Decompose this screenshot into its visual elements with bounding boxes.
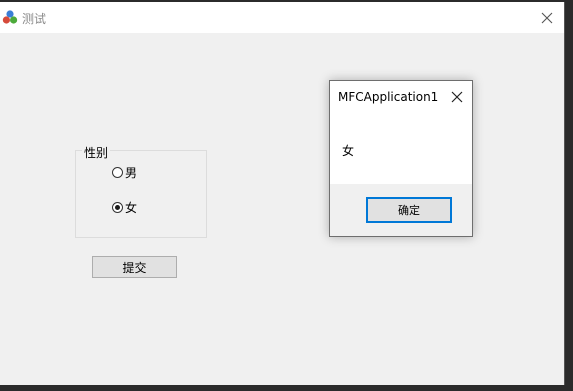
message-box: MFCApplication1 女 确定 — [329, 80, 473, 237]
submit-button[interactable]: 提交 — [92, 256, 177, 278]
close-icon[interactable] — [450, 90, 464, 104]
radio-female-label: 女 — [125, 201, 138, 215]
main-window: 测试 性别 男 女 提交 MFCApplication1 女 确定 — [0, 2, 565, 385]
title-bar: 测试 — [0, 2, 564, 33]
message-box-title: MFCApplication1 — [338, 90, 439, 104]
radio-selected-dot — [115, 205, 120, 210]
window-close-button[interactable] — [530, 2, 564, 33]
radio-male[interactable]: 男 — [112, 164, 137, 181]
message-text: 女 — [342, 144, 355, 158]
ok-button-label: 确定 — [398, 204, 420, 217]
ok-button[interactable]: 确定 — [366, 197, 452, 223]
message-box-content: MFCApplication1 女 — [330, 81, 472, 184]
radio-male-circle[interactable] — [112, 167, 123, 178]
app-icon — [2, 10, 18, 24]
radio-male-label: 男 — [125, 166, 138, 180]
submit-button-label: 提交 — [122, 260, 147, 275]
radio-female-circle[interactable] — [112, 202, 123, 213]
close-icon — [541, 12, 553, 23]
gender-groupbox — [75, 150, 207, 238]
gender-group-label: 性别 — [82, 144, 111, 161]
radio-female[interactable]: 女 — [112, 199, 137, 216]
window-title: 测试 — [22, 12, 47, 26]
